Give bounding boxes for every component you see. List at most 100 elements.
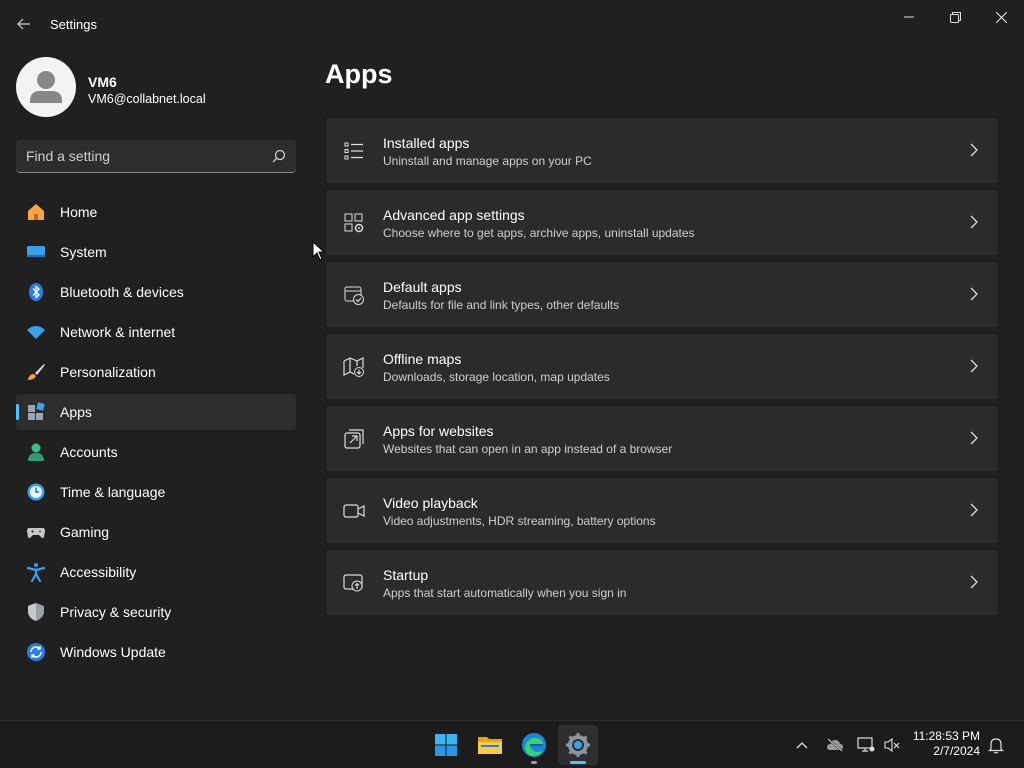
start-button[interactable] [426, 725, 466, 765]
brush-icon [28, 364, 45, 380]
card-description: Video adjustments, HDR streaming, batter… [383, 514, 656, 528]
wifi-icon [27, 326, 45, 339]
sidebar-item-apps[interactable]: Apps [16, 394, 296, 430]
user-profile[interactable]: VM6 VM6@collabnet.local [16, 57, 306, 117]
notifications-button[interactable] [986, 735, 1006, 755]
sidebar-item-label: Personalization [60, 364, 156, 380]
search-box[interactable] [16, 140, 296, 173]
minimize-button[interactable] [886, 0, 932, 34]
sidebar-item-personalization[interactable]: Personalization [16, 354, 296, 390]
edge-icon [522, 733, 546, 757]
card-description: Websites that can open in an app instead… [383, 442, 673, 456]
gamepad-icon [27, 528, 45, 538]
onedrive-tray-button[interactable] [825, 735, 845, 755]
sidebar-item-label: Network & internet [60, 324, 176, 340]
folder-icon [478, 737, 502, 754]
card-description: Defaults for file and link types, other … [383, 298, 620, 312]
sidebar-item-time-language[interactable]: Time & language [16, 474, 296, 510]
user-name: VM6 [88, 74, 117, 90]
sidebar-item-gaming[interactable]: Gaming [16, 514, 296, 550]
startup-card[interactable]: Startup Apps that start automatically wh… [325, 549, 999, 616]
search-input[interactable] [26, 140, 261, 172]
close-button[interactable] [978, 0, 1024, 34]
sidebar-item-label: Bluetooth & devices [60, 284, 184, 300]
mouse-cursor-icon [312, 241, 326, 261]
card-title: Offline maps [383, 351, 462, 367]
back-button[interactable] [10, 10, 38, 38]
apps-for-websites-card[interactable]: Apps for websites Websites that can open… [325, 405, 999, 472]
list-icon [344, 142, 363, 160]
clock[interactable]: 11:28:53 PM 2/7/2024 [913, 729, 980, 759]
chevron-right-icon [970, 215, 978, 229]
cloud-offline-icon [827, 738, 843, 752]
page-title: Apps [325, 59, 393, 89]
show-hidden-icons-button[interactable] [792, 735, 812, 755]
offline-maps-card[interactable]: Offline maps Downloads, storage location… [325, 333, 999, 400]
settings-cards: Installed apps Uninstall and manage apps… [325, 117, 999, 621]
update-icon [27, 643, 45, 661]
shield-icon [28, 603, 44, 621]
video-playback-card[interactable]: Video playback Video adjustments, HDR st… [325, 477, 999, 544]
accounts-icon [28, 443, 44, 461]
chevron-right-icon [970, 431, 978, 445]
active-indicator [570, 761, 586, 764]
card-title: Installed apps [383, 135, 470, 151]
sidebar-item-accessibility[interactable]: Accessibility [16, 554, 296, 590]
chevron-right-icon [970, 143, 978, 157]
installed-apps-card[interactable]: Installed apps Uninstall and manage apps… [325, 117, 999, 184]
network-icon [857, 737, 875, 752]
sidebar-item-accounts[interactable]: Accounts [16, 434, 296, 470]
video-icon [343, 504, 365, 518]
settings-gear-icon [566, 733, 590, 757]
default-apps-card[interactable]: Default apps Defaults for file and link … [325, 261, 999, 328]
card-title: Video playback [383, 495, 478, 511]
sidebar-item-label: Time & language [60, 484, 166, 500]
sidebar-item-label: Accessibility [60, 564, 137, 580]
clock-date: 2/7/2024 [933, 744, 980, 758]
minimize-icon [904, 16, 914, 18]
volume-tray-button[interactable] [882, 735, 902, 755]
taskbar: 11:28:53 PM 2/7/2024 [0, 720, 1024, 768]
title-bar: Settings [0, 0, 1024, 48]
time-language-icon [27, 483, 45, 501]
sidebar-item-label: Accounts [60, 444, 118, 460]
close-icon [995, 11, 1007, 23]
sidebar-item-label: System [60, 244, 107, 260]
sidebar-nav: Home System Bluetooth & devices Network … [16, 194, 296, 674]
home-icon [28, 204, 44, 220]
card-title: Advanced app settings [383, 207, 525, 223]
back-arrow-icon [17, 18, 30, 30]
sidebar-item-label: Apps [60, 404, 92, 420]
chevron-right-icon [970, 287, 978, 301]
sidebar-item-bluetooth[interactable]: Bluetooth & devices [16, 274, 296, 310]
card-description: Uninstall and manage apps on your PC [383, 154, 592, 168]
sidebar-item-label: Home [60, 204, 98, 220]
sidebar-item-windows-update[interactable]: Windows Update [16, 634, 296, 670]
running-indicator [531, 761, 537, 764]
card-title: Startup [383, 567, 429, 583]
file-explorer-button[interactable] [470, 725, 510, 765]
sidebar-item-label: Gaming [60, 524, 110, 540]
restore-icon [949, 11, 961, 23]
chevron-up-icon [796, 742, 808, 749]
card-description: Choose where to get apps, archive apps, … [383, 226, 695, 240]
advanced-app-settings-card[interactable]: Advanced app settings Choose where to ge… [325, 189, 999, 256]
edge-button[interactable] [514, 725, 554, 765]
sidebar: VM6 VM6@collabnet.local Home System Blue… [0, 48, 312, 720]
card-title: Default apps [383, 279, 462, 295]
sidebar-item-network[interactable]: Network & internet [16, 314, 296, 350]
chevron-right-icon [970, 503, 978, 517]
settings-taskbar-button[interactable] [558, 725, 598, 765]
volume-muted-icon [884, 737, 900, 753]
sidebar-item-home[interactable]: Home [16, 194, 296, 230]
sidebar-item-label: Privacy & security [60, 604, 172, 620]
sidebar-item-system[interactable]: System [16, 234, 296, 270]
restore-button[interactable] [932, 0, 978, 34]
network-tray-button[interactable] [856, 735, 876, 755]
windows-logo-icon [435, 734, 457, 756]
chevron-right-icon [970, 359, 978, 373]
person-icon [30, 71, 62, 103]
avatar [16, 57, 76, 117]
bluetooth-icon [29, 283, 43, 301]
sidebar-item-privacy-security[interactable]: Privacy & security [16, 594, 296, 630]
